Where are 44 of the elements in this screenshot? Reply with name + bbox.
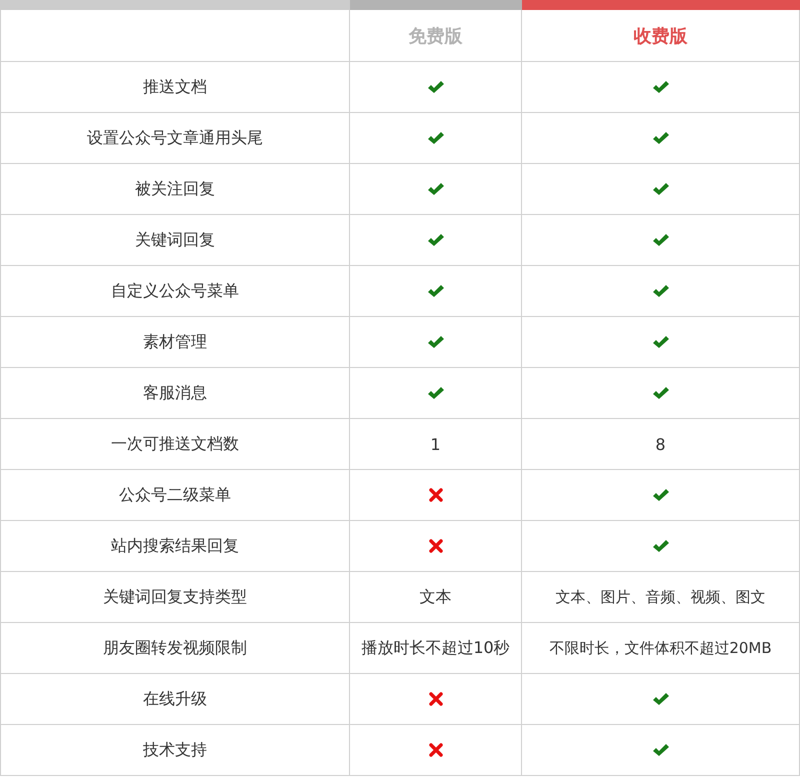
feature-label: 站内搜索结果回复 (111, 536, 239, 556)
feature-label: 被关注回复 (135, 178, 215, 200)
feature-label: 一次可推送文档数 (111, 434, 239, 454)
feature-label: 关键词回复支持类型 (103, 586, 247, 608)
feature-label: 在线升级 (143, 688, 207, 710)
cross-icon (428, 692, 442, 706)
check-icon (652, 131, 670, 145)
check-icon (426, 335, 444, 349)
feature-label: 推送文档 (143, 76, 207, 98)
feature-label: 朋友圈转发视频限制 (103, 638, 247, 658)
feature-label: 关键词回复 (135, 230, 215, 250)
feature-label: 公众号二级菜单 (119, 484, 231, 506)
check-icon (652, 182, 670, 196)
check-icon (426, 131, 444, 145)
check-icon (652, 335, 670, 349)
cross-icon (428, 539, 442, 553)
cross-icon (428, 743, 442, 757)
cell-text: 1 (430, 434, 441, 454)
cell-text: 文本 (420, 586, 452, 608)
check-icon (426, 182, 444, 196)
check-icon (652, 539, 670, 553)
check-icon (652, 80, 670, 94)
check-icon (652, 743, 670, 757)
feature-label: 客服消息 (143, 382, 207, 404)
check-icon (426, 284, 444, 298)
cell-text: 8 (655, 434, 666, 454)
check-icon (652, 284, 670, 298)
cell-text: 不限时长，文件体积不超过20MB (549, 638, 772, 658)
check-icon (652, 692, 670, 706)
check-icon (652, 233, 670, 247)
check-icon (652, 488, 670, 502)
cell-text: 播放时长不超过10秒 (361, 638, 510, 658)
check-icon (426, 386, 444, 400)
check-icon (426, 80, 444, 94)
cross-icon (428, 488, 442, 502)
plan-heading: 免费版 (408, 24, 462, 48)
feature-label: 自定义公众号菜单 (111, 280, 239, 302)
feature-label: 技术支持 (143, 740, 207, 760)
check-icon (652, 386, 670, 400)
feature-label: 素材管理 (143, 332, 207, 352)
cell-text: 文本、图片、音频、视频、图文 (556, 588, 766, 606)
feature-label: 设置公众号文章通用头尾 (87, 128, 263, 148)
check-icon (426, 233, 444, 247)
plan-heading: 收费版 (634, 24, 688, 48)
